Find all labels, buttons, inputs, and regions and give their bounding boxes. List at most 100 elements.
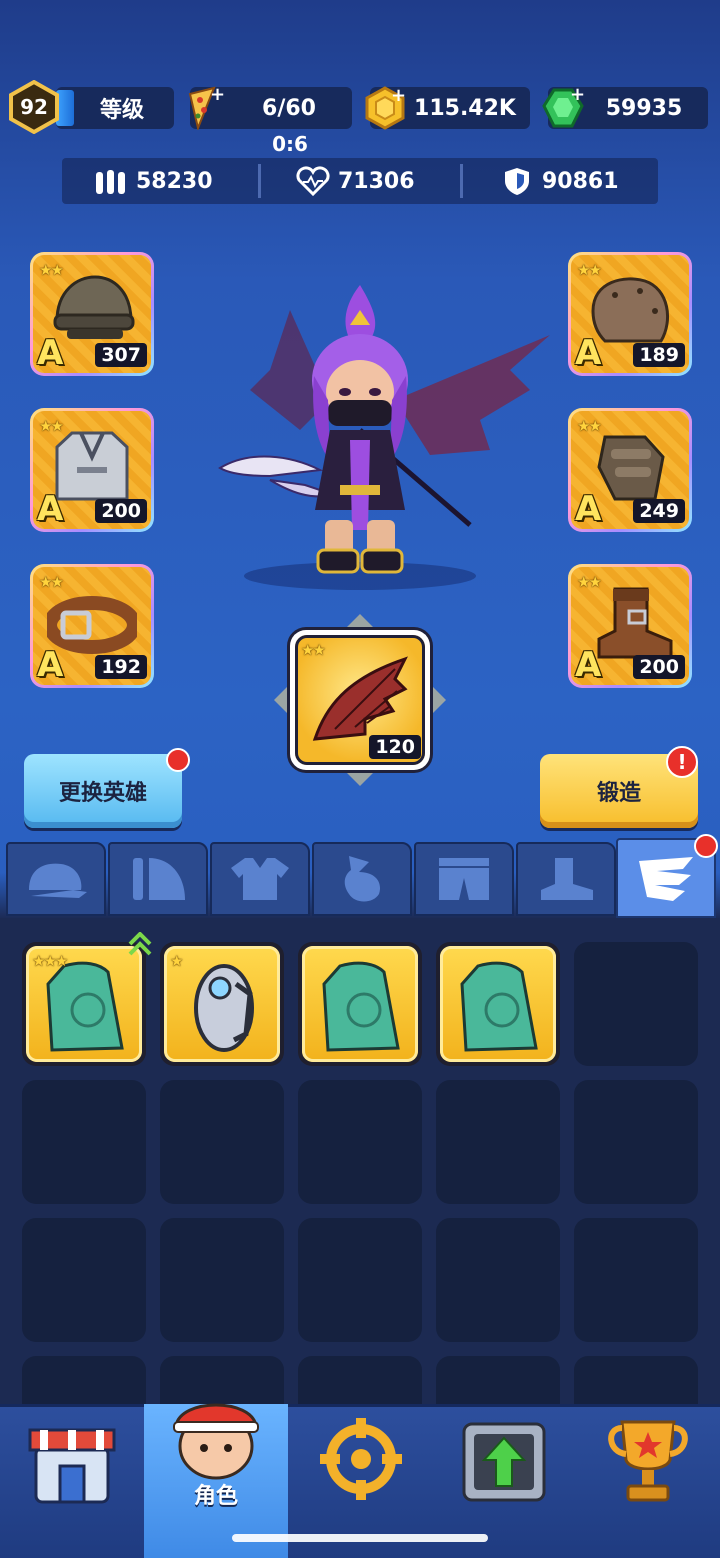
armor-slot[interactable]: ★★ A 200 (30, 408, 154, 532)
shoulder-tab-icon (133, 858, 185, 900)
item-stars: ★★★ (32, 952, 68, 970)
lion-cloak-icon (322, 961, 400, 1052)
boots-level: 200 (633, 655, 685, 679)
empty-inventory-cell[interactable] (22, 1356, 146, 1404)
empty-inventory-cell[interactable] (22, 1080, 146, 1204)
nav-rank[interactable] (604, 1414, 692, 1506)
shoulder-grade: A (575, 333, 602, 373)
tab-helmet[interactable] (6, 842, 106, 916)
belt-slot[interactable]: ★★ A 192 (30, 564, 154, 688)
empty-inventory-cell[interactable] (574, 942, 698, 1066)
armor-grade: A (37, 489, 64, 529)
empty-inventory-cell[interactable] (574, 1218, 698, 1342)
shoulder-stars: ★★ (577, 261, 602, 279)
boots-tab-icon (541, 858, 593, 900)
forge-label: 锻造 (596, 781, 641, 806)
belt-grade: A (37, 645, 64, 685)
pants-tab-icon (439, 858, 489, 900)
energy-value: 6/60 (262, 95, 316, 121)
inventory-item[interactable] (436, 942, 560, 1066)
inventory-item[interactable] (298, 942, 422, 1066)
lion-cloak-icon (460, 961, 538, 1052)
bullets-icon (94, 166, 128, 196)
armor-stars: ★★ (39, 417, 64, 435)
level-number: 92 (20, 95, 48, 119)
gold-coin-icon[interactable]: + (362, 84, 408, 130)
attack-value: 58230 (136, 168, 213, 194)
defense-stat: 90861 (502, 158, 619, 204)
gloves-tab-icon (344, 856, 381, 902)
tab-gloves[interactable] (312, 842, 412, 916)
gloves-grade: A (575, 489, 602, 529)
bat-wing-icon (312, 656, 408, 741)
stat-divider (258, 164, 261, 198)
empty-inventory-cell[interactable] (22, 1218, 146, 1342)
nav-character-label: 角色 (193, 1484, 238, 1509)
wings-stars: ★★ (301, 641, 326, 659)
empty-inventory-cell[interactable] (574, 1356, 698, 1404)
health-stat: 71306 (296, 158, 415, 204)
level-label: 等级 (99, 98, 144, 123)
helmet-slot[interactable]: ★★ A 307 (30, 252, 154, 376)
belt-level: 192 (95, 655, 147, 679)
gold-value: 115.42K (414, 95, 516, 121)
boots-stars: ★★ (577, 573, 602, 591)
armor-level: 200 (95, 499, 147, 523)
gloves-stars: ★★ (577, 417, 602, 435)
energy-timer: 0:6 (272, 132, 308, 156)
change-hero-label: 更换英雄 (58, 781, 147, 806)
empty-inventory-cell[interactable] (298, 1356, 422, 1404)
nav-battle[interactable] (318, 1416, 404, 1502)
svg-text:+: + (391, 85, 406, 106)
home-indicator[interactable] (232, 1534, 488, 1542)
empty-inventory-cell[interactable] (298, 1080, 422, 1204)
defense-value: 90861 (542, 168, 619, 194)
tab-shoulder[interactable] (108, 842, 208, 916)
helmet-tab-icon (29, 863, 87, 898)
item-stars: ★ (170, 952, 184, 970)
nav-character[interactable] (166, 1386, 266, 1482)
helmet-stars: ★★ (39, 261, 64, 279)
inventory-item[interactable]: ★ (160, 942, 284, 1066)
nav-upgrade[interactable] (458, 1416, 550, 1506)
notification-dot (694, 834, 718, 858)
shield-icon (502, 166, 532, 196)
belt-stars: ★★ (39, 573, 64, 591)
tab-boots[interactable] (516, 842, 616, 916)
mech-wing-icon (194, 964, 254, 1052)
shop-icon (28, 1428, 116, 1504)
pizza-energy-icon[interactable]: + (184, 84, 225, 132)
hero-character[interactable] (210, 280, 560, 600)
upgrade-box-icon (462, 1422, 546, 1502)
empty-inventory-cell[interactable] (574, 1080, 698, 1204)
tab-armor[interactable] (210, 842, 310, 916)
wings-slot[interactable]: ★★ 120 (290, 630, 430, 770)
trophy-icon (608, 1420, 688, 1502)
tab-pants[interactable] (414, 842, 514, 916)
empty-inventory-cell[interactable] (436, 1218, 560, 1342)
inventory-item[interactable]: ★★★ (22, 942, 146, 1066)
empty-inventory-cell[interactable] (298, 1218, 422, 1342)
helmet-level: 307 (95, 343, 147, 367)
character-face-icon (173, 1403, 259, 1480)
nav-shop[interactable] (24, 1414, 120, 1510)
change-hero-button[interactable]: 更换英雄 (24, 754, 182, 828)
empty-inventory-cell[interactable] (160, 1080, 284, 1204)
boots-grade: A (575, 645, 602, 685)
wings-tab-icon (639, 857, 693, 901)
empty-inventory-cell[interactable] (160, 1218, 284, 1342)
shoulder-slot[interactable]: ★★ A 189 (568, 252, 692, 376)
green-gem-icon[interactable]: + (540, 84, 586, 130)
empty-inventory-cell[interactable] (436, 1080, 560, 1204)
boots-slot[interactable]: ★★ A 200 (568, 564, 692, 688)
wings-level: 120 (369, 735, 421, 759)
heart-icon (296, 166, 330, 197)
empty-inventory-cell[interactable] (436, 1356, 560, 1404)
upgrade-arrow-icon (128, 931, 152, 958)
gloves-slot[interactable]: ★★ A 249 (568, 408, 692, 532)
notification-dot (166, 748, 190, 772)
armor-tab-icon (231, 858, 289, 900)
svg-text:+: + (570, 84, 585, 105)
gloves-level: 249 (633, 499, 685, 523)
gem-value: 59935 (605, 95, 683, 121)
